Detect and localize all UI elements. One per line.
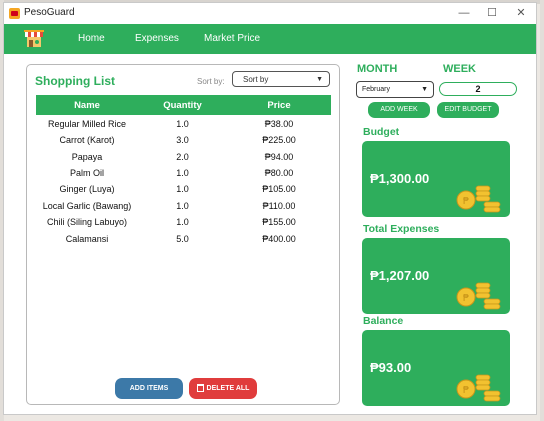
table-row[interactable]: Local Garlic (Bawang) 1.0 ₱110.00 xyxy=(36,201,331,217)
item-price: ₱110.00 xyxy=(262,201,296,211)
chevron-down-icon: ▼ xyxy=(316,76,323,83)
window-title: PesoGuard xyxy=(24,7,75,18)
month-dropdown[interactable]: February ▼ xyxy=(356,81,434,98)
shopping-list-panel: Shopping List Sort by: Sort by ▼ Name Qu… xyxy=(26,64,340,405)
month-label: MONTH xyxy=(357,63,398,75)
month-dropdown-value: February xyxy=(362,86,391,93)
item-name: Calamansi xyxy=(65,234,109,244)
balance-card: ₱93.00 ₱ xyxy=(362,330,510,406)
svg-text:₱: ₱ xyxy=(463,293,469,304)
item-name: Local Garlic (Bawang) xyxy=(42,201,132,211)
delete-all-label: DELETE ALL xyxy=(206,385,250,392)
item-quantity: 1.0 xyxy=(176,184,189,194)
item-price: ₱94.00 xyxy=(264,152,294,162)
add-week-button[interactable]: ADD WEEK xyxy=(368,102,430,118)
maximize-button[interactable]: ☐ xyxy=(478,4,506,23)
table-row[interactable]: Regular Milled Rice 1.0 ₱38.00 xyxy=(36,119,331,135)
item-quantity: 2.0 xyxy=(176,152,189,162)
app-icon xyxy=(9,8,20,19)
minimize-button[interactable]: — xyxy=(450,4,478,23)
svg-text:₱: ₱ xyxy=(463,196,469,207)
add-items-button[interactable]: ADD ITEMS xyxy=(115,378,183,399)
coin-stack-icon: ₱ xyxy=(456,185,501,213)
item-name: Ginger (Luya) xyxy=(59,184,115,194)
nav-home[interactable]: Home xyxy=(78,33,105,44)
shopping-list-title: Shopping List xyxy=(35,74,115,88)
item-price: ₱80.00 xyxy=(264,168,294,178)
budget-value: ₱1,300.00 xyxy=(370,171,430,186)
nav-market-price[interactable]: Market Price xyxy=(204,33,260,44)
background-edge-right xyxy=(540,0,544,421)
chevron-down-icon: ▼ xyxy=(421,86,428,93)
title-bar: PesoGuard — ☐ ✕ xyxy=(4,3,536,24)
item-price: ₱105.00 xyxy=(262,184,296,194)
item-quantity: 1.0 xyxy=(176,201,189,211)
item-quantity: 1.0 xyxy=(176,217,189,227)
trash-icon xyxy=(196,384,204,393)
item-name: Chili (Siling Labuyo) xyxy=(46,217,128,227)
sort-label: Sort by: xyxy=(197,77,225,86)
total-expenses-card: ₱1,207.00 ₱ xyxy=(362,238,510,314)
sort-dropdown-value: Sort by xyxy=(243,75,269,84)
coin-stack-icon: ₱ xyxy=(456,282,501,310)
week-label: WEEK xyxy=(443,63,476,75)
coin-stack-icon: ₱ xyxy=(456,374,501,402)
item-name: Carrot (Karot) xyxy=(59,135,115,145)
item-name: Regular Milled Rice xyxy=(47,119,127,129)
table-row[interactable]: Chili (Siling Labuyo) 1.0 ₱155.00 xyxy=(36,217,331,233)
item-price: ₱38.00 xyxy=(264,119,294,129)
column-header-quantity: Quantity xyxy=(163,100,202,111)
delete-all-button[interactable]: DELETE ALL xyxy=(189,378,257,399)
item-name: Papaya xyxy=(71,152,103,162)
svg-text:₱: ₱ xyxy=(463,385,469,396)
item-quantity: 1.0 xyxy=(176,119,189,129)
sort-dropdown[interactable]: Sort by ▼ xyxy=(232,71,330,87)
budget-card: ₱1,300.00 ₱ xyxy=(362,141,510,217)
nav-expenses[interactable]: Expenses xyxy=(135,33,179,44)
table-row[interactable]: Ginger (Luya) 1.0 ₱105.00 xyxy=(36,184,331,200)
item-name: Palm Oil xyxy=(69,168,104,178)
item-price: ₱400.00 xyxy=(262,234,296,244)
week-field[interactable]: 2 xyxy=(439,82,517,96)
total-expenses-value: ₱1,207.00 xyxy=(370,268,430,283)
column-header-name: Name xyxy=(74,100,100,111)
table-row[interactable]: Palm Oil 1.0 ₱80.00 xyxy=(36,168,331,184)
table-header: Name Quantity Price xyxy=(36,95,331,115)
app-window: PesoGuard — ☐ ✕ Home Expenses Market Pri… xyxy=(3,2,537,415)
table-row[interactable]: Calamansi 5.0 ₱400.00 xyxy=(36,234,331,250)
column-header-price: Price xyxy=(267,100,291,111)
table-row[interactable]: Papaya 2.0 ₱94.00 xyxy=(36,152,331,168)
table-row[interactable]: Carrot (Karot) 3.0 ₱225.00 xyxy=(36,135,331,151)
item-quantity: 3.0 xyxy=(176,135,189,145)
budget-label: Budget xyxy=(363,126,400,138)
nav-bar: Home Expenses Market Price xyxy=(4,24,536,54)
balance-value: ₱93.00 xyxy=(370,360,412,375)
item-quantity: 1.0 xyxy=(176,168,189,178)
item-price: ₱225.00 xyxy=(262,135,296,145)
item-quantity: 5.0 xyxy=(176,234,189,244)
close-button[interactable]: ✕ xyxy=(507,4,535,23)
balance-label: Balance xyxy=(363,315,404,327)
market-stall-icon xyxy=(24,30,44,47)
edit-budget-button[interactable]: EDIT BUDGET xyxy=(437,102,499,118)
item-price: ₱155.00 xyxy=(262,217,296,227)
total-expenses-label: Total Expenses xyxy=(363,223,440,235)
